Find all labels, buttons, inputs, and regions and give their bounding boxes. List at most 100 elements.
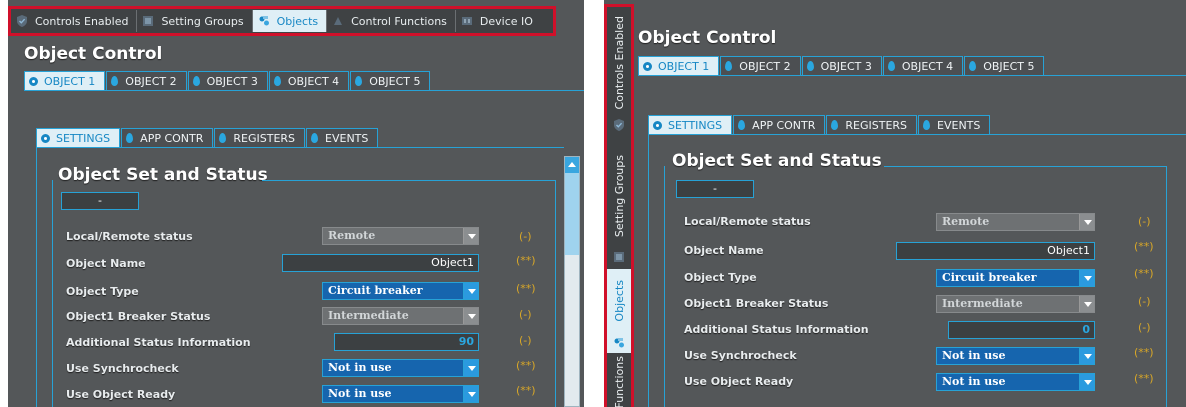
scroll-up-button[interactable] — [565, 157, 579, 173]
tab-object-2[interactable]: OBJECT 2 — [106, 71, 187, 90]
drop-icon — [192, 76, 200, 86]
local-remote-dropdown[interactable]: Remote — [322, 227, 479, 245]
tab-object-2[interactable]: OBJECT 2 — [720, 56, 801, 75]
tab-object-1[interactable]: OBJECT 1 — [638, 56, 720, 75]
side-tab-label: Setting Groups — [612, 154, 626, 238]
settings-group-icon — [612, 249, 626, 263]
tab-label: OBJECT 3 — [206, 74, 258, 88]
tab-events[interactable]: EVENTS — [306, 128, 379, 147]
label-use-object-ready: Use Object Ready — [684, 375, 794, 388]
label-object-name: Object Name — [66, 257, 146, 270]
tab-settings[interactable]: SETTINGS — [648, 115, 733, 134]
label-use-synchrocheck: Use Synchrocheck — [66, 362, 179, 375]
drop-icon — [969, 61, 977, 71]
drop-icon — [738, 120, 746, 130]
status-indicator: (-) — [519, 334, 532, 347]
nav-tab-label: Setting Groups — [161, 14, 244, 28]
collapse-button[interactable]: - — [676, 180, 754, 198]
tab-label: OBJECT 5 — [369, 74, 421, 88]
breaker-status-dropdown[interactable]: Intermediate — [322, 307, 479, 325]
side-tab-label: Objects — [612, 280, 626, 322]
additional-status-field[interactable]: 0 — [948, 321, 1095, 339]
status-indicator: (**) — [516, 384, 536, 397]
nav-tab-label: Objects — [276, 14, 319, 28]
drop-icon — [831, 120, 839, 130]
label-local-remote-status: Local/Remote status — [684, 215, 811, 228]
tab-object-3[interactable]: OBJECT 3 — [801, 56, 882, 75]
tab-object-5[interactable]: OBJECT 5 — [350, 71, 431, 90]
side-tab-controls-enabled[interactable]: Controls Enabled — [607, 9, 631, 137]
side-tab-setting-groups[interactable]: Setting Groups — [607, 145, 631, 267]
tab-label: OBJECT 4 — [901, 59, 954, 73]
tab-object-4[interactable]: OBJECT 4 — [882, 56, 964, 75]
tab-object-3[interactable]: OBJECT 3 — [187, 71, 268, 90]
scroll-thumb[interactable] — [565, 173, 579, 255]
tab-app-contr[interactable]: APP CONTR — [121, 128, 214, 147]
label-object-type: Object Type — [66, 285, 139, 298]
subtab-underline — [36, 147, 564, 148]
tab-object-4[interactable]: OBJECT 4 — [268, 71, 350, 90]
side-navigation-strip: Controls Enabled Setting Groups Objects … — [604, 4, 634, 407]
side-tab-label: Functions — [612, 356, 626, 407]
chevron-down-icon — [463, 283, 478, 299]
status-indicator: (**) — [1134, 346, 1154, 359]
tab-label: OBJECT 2 — [125, 74, 177, 88]
nav-tab-label: Control Functions — [351, 14, 447, 28]
object-tabs: OBJECT 1 OBJECT 2 OBJECT 3 OBJECT 4 OBJE… — [24, 71, 431, 90]
local-remote-dropdown[interactable]: Remote — [936, 213, 1095, 231]
collapse-button[interactable]: - — [61, 192, 139, 210]
section-border-right — [555, 180, 556, 407]
object-ready-dropdown[interactable]: Not in use — [936, 373, 1095, 391]
synchrocheck-dropdown[interactable]: Not in use — [936, 347, 1095, 365]
tab-label: OBJECT 1 — [658, 59, 710, 73]
tab-underline — [638, 75, 1186, 76]
breaker-status-dropdown[interactable]: Intermediate — [936, 295, 1095, 313]
dropdown-value: Intermediate — [942, 297, 1023, 310]
tab-settings[interactable]: SETTINGS — [36, 128, 121, 147]
object-name-field[interactable]: Object1 — [282, 254, 479, 272]
label-object-name: Object Name — [684, 244, 764, 257]
dropdown-value: Not in use — [942, 375, 1006, 388]
nav-tab-device-io[interactable]: Device IO — [456, 10, 541, 32]
status-indicator: (**) — [1134, 267, 1154, 280]
vertical-scrollbar[interactable] — [564, 156, 580, 407]
object-name-field[interactable]: Object1 — [896, 242, 1095, 260]
dropdown-value: Remote — [942, 215, 990, 228]
label-use-synchrocheck: Use Synchrocheck — [684, 349, 797, 362]
nav-tab-controls-enabled[interactable]: Controls Enabled — [11, 10, 138, 32]
section-title: Object Set and Status — [672, 151, 882, 171]
settings-group-icon — [141, 14, 155, 28]
additional-status-field[interactable]: 90 — [334, 333, 479, 351]
tab-app-contr[interactable]: APP CONTR — [733, 115, 826, 134]
dropdown-value: Circuit breaker — [328, 284, 423, 297]
dropdown-value: Circuit breaker — [942, 271, 1037, 284]
side-tab-functions[interactable]: Functions — [607, 355, 631, 407]
status-indicator: (-) — [1138, 321, 1151, 334]
nav-tab-label: Device IO — [479, 14, 533, 28]
nav-tab-setting-groups[interactable]: Setting Groups — [137, 10, 253, 32]
status-indicator: (**) — [1134, 240, 1154, 253]
object-ready-dropdown[interactable]: Not in use — [322, 385, 479, 403]
tab-object-5[interactable]: OBJECT 5 — [964, 56, 1045, 75]
tab-label: REGISTERS — [233, 131, 296, 145]
drop-icon — [806, 61, 814, 71]
object-type-dropdown[interactable]: Circuit breaker — [936, 269, 1095, 287]
tab-label: EVENTS — [325, 131, 369, 145]
tab-events[interactable]: EVENTS — [918, 115, 991, 134]
radio-dot-icon — [29, 76, 38, 86]
side-tab-objects[interactable]: Objects — [607, 269, 631, 353]
dropdown-value: Not in use — [328, 361, 392, 374]
panel-border-left — [36, 147, 37, 407]
nav-tab-objects[interactable]: Objects — [252, 10, 328, 32]
tab-registers[interactable]: REGISTERS — [826, 115, 918, 134]
tab-object-1[interactable]: OBJECT 1 — [24, 71, 106, 90]
object-type-dropdown[interactable]: Circuit breaker — [322, 282, 479, 300]
panel-border-left — [648, 134, 649, 407]
nav-tab-control-functions[interactable]: Control Functions — [327, 10, 456, 32]
status-indicator: (-) — [1138, 215, 1151, 228]
dropdown-value: Not in use — [942, 349, 1006, 362]
label-use-object-ready: Use Object Ready — [66, 388, 176, 401]
synchrocheck-dropdown[interactable]: Not in use — [322, 359, 479, 377]
status-indicator: (-) — [519, 230, 532, 243]
tab-registers[interactable]: REGISTERS — [214, 128, 306, 147]
